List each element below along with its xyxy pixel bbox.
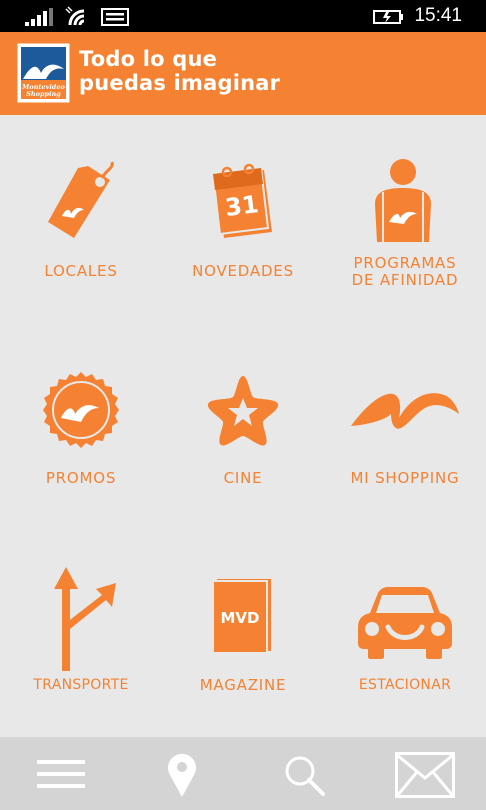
tile-label-programas-afinidad: PROGRAMAS DE AFINIDAD bbox=[324, 255, 486, 289]
mail-icon bbox=[395, 752, 455, 798]
tile-label-transporte: TRANSPORTE bbox=[33, 677, 129, 693]
tile-label-estacionar: ESTACIONAR bbox=[358, 677, 452, 693]
tile-promos[interactable]: PROMOS bbox=[0, 322, 162, 529]
tile-label-promos: PROMOS bbox=[45, 469, 117, 487]
header-title-line2: puedas imaginar bbox=[79, 71, 281, 95]
location-button[interactable] bbox=[121, 737, 241, 810]
search-icon bbox=[285, 756, 325, 796]
tile-programas-afinidad[interactable]: PROGRAMAS DE AFINIDAD bbox=[324, 115, 486, 322]
tile-cine[interactable]: CINE bbox=[162, 322, 324, 529]
car-icon bbox=[358, 587, 452, 659]
status-bar: 15:41 bbox=[0, 0, 486, 32]
app-bar bbox=[0, 737, 486, 810]
menu-icon bbox=[37, 760, 85, 788]
tile-locales[interactable]: LOCALES bbox=[0, 115, 162, 322]
tile-label-magazine: MAGAZINE bbox=[199, 676, 287, 694]
wifi-icon bbox=[65, 6, 85, 26]
person-icon bbox=[375, 159, 431, 242]
header-title: Todo lo que puedas imaginar bbox=[79, 47, 280, 95]
tile-magazine[interactable]: MVD MAGAZINE bbox=[162, 529, 324, 736]
tile-label-mi-shopping: MI SHOPPING bbox=[350, 469, 460, 487]
battery-charging-icon bbox=[373, 10, 403, 24]
calendar-icon: 31 bbox=[211, 163, 272, 238]
tile-novedades[interactable]: 31 NOVEDADES bbox=[162, 115, 324, 322]
search-button[interactable] bbox=[243, 737, 363, 810]
menu-grid: LOCALES 31 NOVEDADES PROGRAMAS DE AFINID… bbox=[0, 115, 486, 737]
direction-arrows-icon bbox=[54, 567, 116, 671]
montevideo-shopping-logo: Montevideo Shopping bbox=[17, 43, 70, 103]
badge-icon bbox=[43, 372, 119, 448]
tile-mi-shopping[interactable]: MI SHOPPING bbox=[324, 322, 486, 529]
magazine-icon: MVD bbox=[212, 579, 271, 654]
tile-label-programas-line2: DE AFINIDAD bbox=[351, 271, 459, 289]
header-title-line1: Todo lo que bbox=[79, 47, 218, 71]
magazine-title: MVD bbox=[221, 609, 260, 627]
tile-label-programas-line1: PROGRAMAS bbox=[353, 254, 457, 272]
signal-bars-icon bbox=[25, 8, 53, 26]
mail-button[interactable] bbox=[366, 737, 486, 810]
tile-label-cine: CINE bbox=[223, 469, 263, 487]
tile-label-locales: LOCALES bbox=[44, 262, 118, 280]
message-icon bbox=[101, 8, 129, 26]
wave-logo-icon bbox=[351, 393, 459, 429]
location-pin-icon bbox=[168, 753, 196, 797]
status-time: 15:41 bbox=[414, 5, 462, 26]
star-icon bbox=[207, 376, 279, 446]
tile-transporte[interactable]: TRANSPORTE bbox=[0, 529, 162, 736]
menu-button[interactable] bbox=[0, 737, 120, 810]
svg-text:Shopping: Shopping bbox=[26, 90, 61, 98]
tile-label-novedades: NOVEDADES bbox=[192, 262, 294, 280]
app-header: Montevideo Shopping Todo lo que puedas i… bbox=[0, 32, 486, 115]
calendar-day: 31 bbox=[224, 190, 261, 222]
tile-estacionar[interactable]: ESTACIONAR bbox=[324, 529, 486, 736]
price-tag-icon bbox=[48, 161, 114, 238]
